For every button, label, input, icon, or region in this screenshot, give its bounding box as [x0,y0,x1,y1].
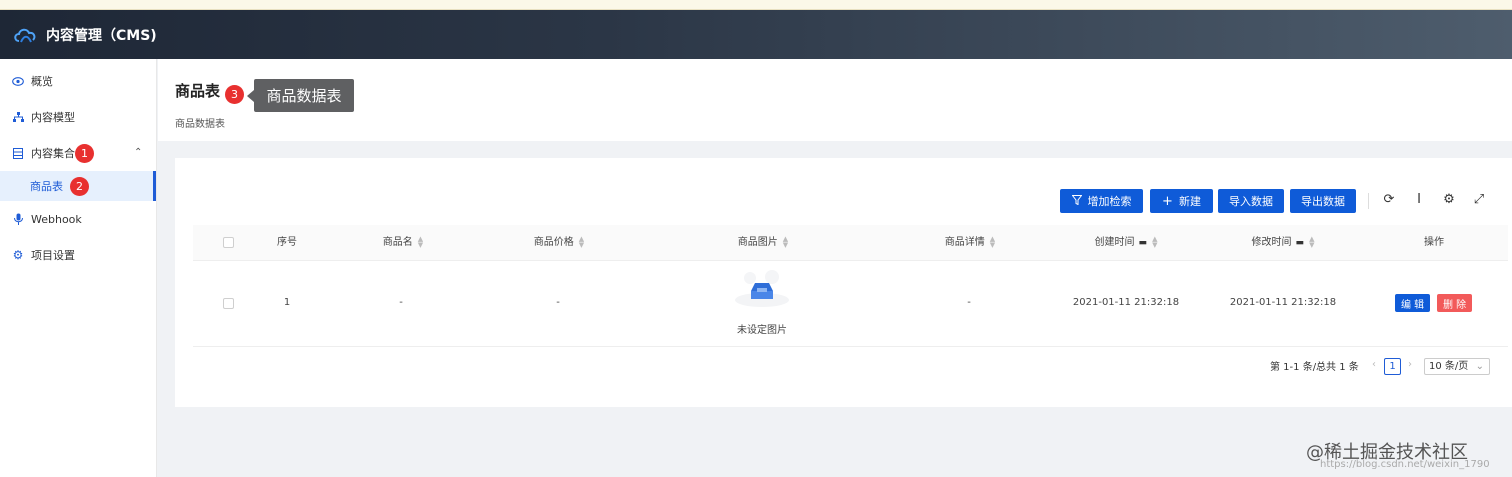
prev-page-icon[interactable]: ‹ [1372,359,1376,370]
page-1-button[interactable]: 1 [1384,358,1401,375]
row-checkbox[interactable] [223,298,234,309]
add-filter-button[interactable]: 增加检索 [1060,189,1143,213]
sitemap-icon [12,111,24,123]
image-caption: 未设定图片 [737,325,787,336]
sidebar-item-label: 内容集合 [31,147,75,160]
settings-icon[interactable]: ⚙ [1441,192,1457,208]
chevron-up-icon[interactable]: ⌃ [134,147,142,158]
sidebar-item-content-collection[interactable]: 内容集合 1 ⌃ [0,135,156,171]
column-header-modified[interactable]: 修改时间 ▬ ▲ ▼ [1252,225,1315,261]
fullscreen-icon[interactable]: ⤢ [1471,192,1487,208]
column-header-name[interactable]: 商品名 ▲ ▼ [383,225,423,261]
column-header-price[interactable]: 商品价格 ▲ ▼ [534,225,584,261]
edit-button[interactable]: 编 辑 [1395,294,1431,312]
page-title: 商品表 [175,82,221,100]
sort-icon[interactable]: ▲ ▼ [418,236,423,249]
header-label: 修改时间 [1251,237,1292,248]
export-data-button[interactable]: 导出数据 [1290,189,1356,213]
column-header-index: 序号 [277,225,297,261]
sidebar-item-label: 商品表 [30,180,63,193]
monitor-icon: ▬ [1138,238,1148,248]
header-label: 序号 [277,237,297,248]
delete-button[interactable]: 删 除 [1437,294,1473,312]
sort-icon[interactable]: ▲ ▼ [1152,236,1157,249]
header-label: 商品详情 [944,237,985,248]
select-all-checkbox[interactable] [223,237,234,248]
sidebar-item-overview[interactable]: 概览 [0,63,156,99]
next-page-icon[interactable]: › [1408,359,1412,370]
empty-image-icon [732,269,792,309]
header-label: 商品名 [382,237,413,248]
sidebar-item-label: 概览 [31,75,53,88]
step-badge: 1 [75,143,94,163]
page-header: 商品表 3 商品数据表 商品数据表 [158,59,1512,141]
button-label: 新建 [1178,195,1201,208]
cell-image: 未设定图片 [714,269,810,336]
page-size-select[interactable]: 10 条/页 ⌄ [1424,358,1490,375]
pagination-summary: 第 1-1 条/总共 1 条 [1270,362,1359,373]
column-header-actions: 操作 [1424,225,1444,261]
sidebar-item-project-settings[interactable]: ⚙ 项目设置 [0,237,156,273]
column-height-icon[interactable]: Ι [1411,192,1427,208]
table-header: 序号 商品名 ▲ ▼ 商品价格 ▲ ▼ 商品图片 ▲ ▼ 商品详情 ▲ ▼ 创建时间 ▬ ▲ ▼ 修改… [193,225,1508,261]
table-card: 增加检索 + 新建 导入数据 导出数据 ⟳ Ι ⚙ ⤢ 序号 商品名 ▲ ▼ 商品价… [175,158,1512,407]
sidebar-item-label: Webhook [31,212,82,226]
cell-price: - [556,297,560,308]
column-header-image[interactable]: 商品图片 ▲ ▼ [738,225,788,261]
header-label: 创建时间 [1094,237,1135,248]
sort-icon[interactable]: ▲ ▼ [1309,236,1314,249]
button-label: 增加检索 [1087,195,1132,208]
tooltip: 商品数据表 [247,79,354,112]
sort-icon[interactable]: ▲ ▼ [990,236,995,249]
sidebar-item-webhook[interactable]: Webhook [0,201,156,237]
chevron-down-icon: ⌄ [1475,361,1484,372]
new-button[interactable]: + 新建 [1150,189,1213,213]
sidebar-item-label: 内容模型 [31,111,75,124]
app-title: 内容管理（CMS) [46,27,157,44]
sidebar: 概览 内容模型 内容集合 1 ⌃ 商品表 2 Webhook ⚙ 项目设置 [0,59,157,477]
filter-icon [1070,194,1083,208]
cell-modified: 2021-01-11 21:32:18 [1229,297,1337,308]
step-badge: 3 [225,85,244,104]
cell-detail: - [967,297,971,308]
header-label: 商品图片 [737,237,778,248]
plus-icon: + [1162,193,1173,209]
column-header-detail[interactable]: 商品详情 ▲ ▼ [945,225,995,261]
app-header: 内容管理（CMS) [0,10,1512,59]
table-row: 1 - - 未设定图片 - 2021-01-11 21:32:18 2021-0… [193,261,1508,347]
gear-icon: ⚙ [12,248,24,262]
list-icon [12,147,24,159]
sidebar-item-content-model[interactable]: 内容模型 [0,99,156,135]
cell-index: 1 [283,297,291,308]
watermark: @稀土掘金技术社区 [1306,442,1468,463]
button-label: 导入数据 [1229,195,1273,208]
step-badge: 2 [70,176,89,196]
header-label: 操作 [1424,237,1444,248]
button-label: 导出数据 [1301,195,1345,208]
sidebar-item-label: 项目设置 [31,249,75,262]
refresh-icon[interactable]: ⟳ [1381,192,1397,208]
browser-bookmark-strip [0,0,1512,10]
eye-icon [12,75,24,87]
cell-name: - [399,297,403,308]
import-data-button[interactable]: 导入数据 [1218,189,1284,213]
sort-icon[interactable]: ▲ ▼ [579,236,584,249]
header-label: 商品价格 [533,237,574,248]
sort-icon[interactable]: ▲ ▼ [783,236,788,249]
page-size-label: 10 条/页 [1429,361,1469,372]
column-header-created[interactable]: 创建时间 ▬ ▲ ▼ [1095,225,1158,261]
cloud-logo-icon [14,28,36,42]
toolbar-divider [1368,193,1369,209]
cell-created: 2021-01-11 21:32:18 [1072,297,1180,308]
monitor-icon: ▬ [1295,238,1305,248]
page-subtitle: 商品数据表 [175,119,225,130]
webhook-icon [12,213,24,225]
sidebar-item-product-table[interactable]: 商品表 2 [0,171,156,201]
